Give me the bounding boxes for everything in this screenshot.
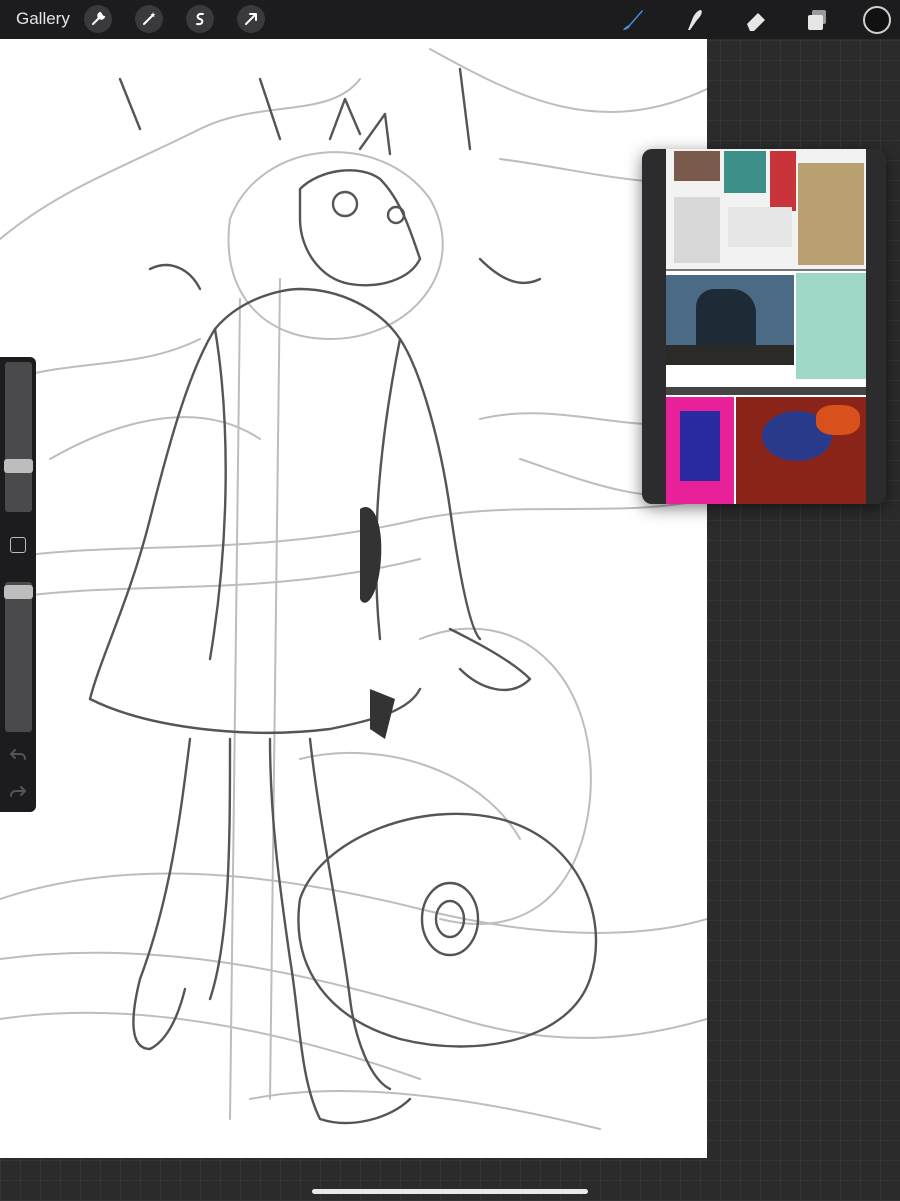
smudge-icon[interactable]: [680, 6, 708, 34]
modify-button[interactable]: [10, 537, 26, 553]
color-picker-button[interactable]: [863, 6, 891, 34]
home-indicator[interactable]: [312, 1189, 588, 1194]
selection-icon[interactable]: [186, 5, 214, 33]
brush-sidebar: [0, 357, 36, 812]
eraser-icon[interactable]: [742, 6, 770, 34]
brush-size-slider-thumb[interactable]: [4, 459, 33, 473]
top-toolbar: Gallery: [0, 0, 900, 39]
undo-icon[interactable]: [9, 745, 27, 763]
layers-icon[interactable]: [803, 6, 831, 34]
sketch-artwork: [0, 48, 707, 1130]
opacity-slider[interactable]: [4, 582, 33, 732]
drawing-canvas[interactable]: [0, 39, 707, 1158]
opacity-slider-thumb[interactable]: [4, 585, 33, 599]
wrench-icon[interactable]: [84, 5, 112, 33]
reference-panel[interactable]: [642, 149, 886, 504]
transform-arrow-icon[interactable]: [237, 5, 265, 33]
magic-wand-icon[interactable]: [135, 5, 163, 33]
brush-size-slider[interactable]: [4, 362, 33, 512]
gallery-button[interactable]: Gallery: [16, 9, 70, 29]
brush-icon[interactable]: [618, 6, 646, 34]
redo-icon[interactable]: [9, 782, 27, 800]
reference-image[interactable]: [666, 149, 866, 504]
